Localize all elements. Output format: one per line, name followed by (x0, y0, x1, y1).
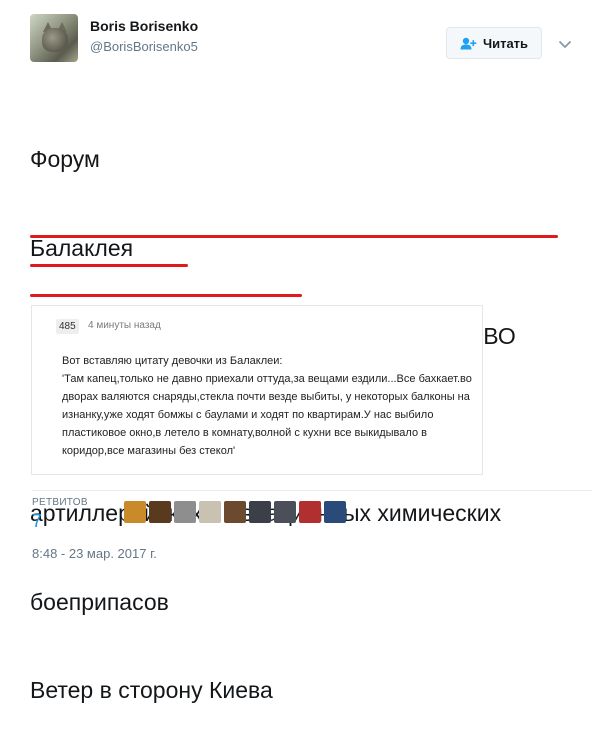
add-user-icon (460, 37, 477, 50)
chevron-down-icon[interactable] (558, 36, 572, 54)
retweeter-avatar[interactable] (299, 501, 321, 523)
retweeter-avatar[interactable] (274, 501, 296, 523)
tweet-line: Ветер в сторону Киева (30, 677, 273, 703)
retweeter-avatar[interactable] (149, 501, 171, 523)
follow-button[interactable]: Читать (446, 27, 542, 59)
retweets-count[interactable]: 7 (32, 511, 42, 532)
retweeter-avatar[interactable] (324, 501, 346, 523)
retweeter-avatar[interactable] (124, 501, 146, 523)
quote-text: Вот вставляю цитату девочки из Балаклеи:… (62, 355, 472, 457)
retweeter-avatar[interactable] (199, 501, 221, 523)
retweeter-avatar[interactable] (249, 501, 271, 523)
red-underline (30, 294, 302, 297)
tweet-line: боеприпасов (30, 588, 169, 615)
author-handle[interactable]: @BorisBorisenko5 (90, 39, 198, 54)
tweet-line: Форум (30, 146, 100, 172)
red-underline (30, 235, 558, 238)
author-avatar[interactable] (30, 14, 78, 62)
tweet-stats: РЕТВИТОВ 7 (32, 490, 592, 531)
retweets-label: РЕТВИТОВ (32, 497, 88, 508)
quote-time: 4 минуты назад (88, 320, 161, 331)
quoted-post[interactable]: 485 4 минуты назад Вот вставляю цитату д… (31, 305, 483, 475)
follow-button-label: Читать (482, 35, 529, 51)
quote-badge: 485 (56, 319, 79, 334)
retweeter-avatar[interactable] (224, 501, 246, 523)
tweet-timestamp[interactable]: 8:48 - 23 мар. 2017 г. (32, 546, 157, 561)
tweet-header: Boris Borisenko @BorisBorisenko5 Читать (30, 14, 590, 70)
retweeter-avatars (124, 501, 346, 523)
red-underline (30, 264, 188, 267)
author-name[interactable]: Boris Borisenko (90, 18, 198, 34)
retweeter-avatar[interactable] (174, 501, 196, 523)
